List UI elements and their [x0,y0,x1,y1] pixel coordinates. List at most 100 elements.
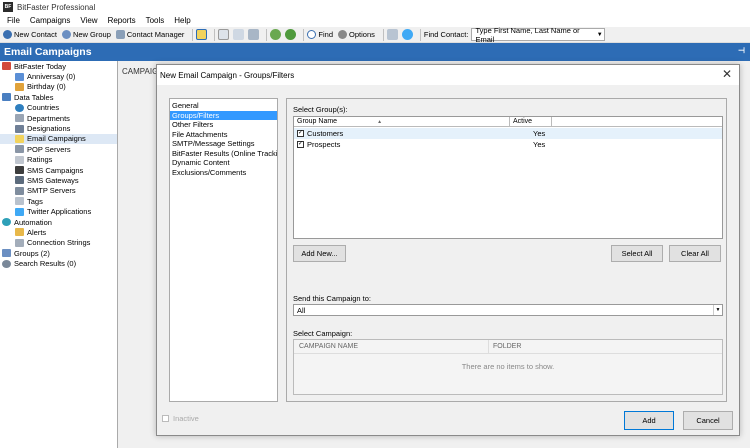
menu-tools[interactable]: Tools [141,16,170,25]
toolbar: New Contact New Group Contact Manager Fi… [0,25,750,44]
chevron-down-icon[interactable]: ▼ [713,305,722,315]
tree-item-smtp-servers[interactable]: SMTP Servers [0,186,117,196]
tree-item-tags[interactable]: Tags [0,196,117,206]
cancel-button[interactable]: Cancel [683,411,733,430]
tree-item-departments[interactable]: Departments [0,113,117,123]
refresh-icon[interactable] [285,29,297,40]
menu-file[interactable]: File [2,16,25,25]
find-contact-value: Type First Name, Last Name or Email [475,25,580,44]
menu-help[interactable]: Help [169,16,195,25]
search-icon [307,30,317,39]
network-icon[interactable] [248,29,260,40]
tree-item-pop-servers[interactable]: POP Servers [0,144,117,154]
print-icon[interactable] [386,29,398,40]
tree-item-ratings[interactable]: Ratings [0,155,117,165]
nav-item-file-attachments[interactable]: File Attachments [170,130,277,140]
group-checkbox[interactable]: ✓ [297,141,304,148]
groups-filters-panel: Select Group(s): Group Name ▲ Active ✓ Cu… [286,98,727,402]
tree-item-groups[interactable]: Groups (2) [0,248,117,258]
tree-item-alerts[interactable]: Alerts [0,227,117,237]
tree-item-label: Alerts [27,227,47,237]
tree-item-twitter-applications[interactable]: Twitter Applications [0,206,117,216]
tree-item-label: Twitter Applications [27,207,92,217]
find-contact-combo[interactable]: Type First Name, Last Name or Email ▼ [471,25,606,44]
document-icon[interactable] [218,29,230,40]
folder-column-header[interactable]: FOLDER [489,340,521,353]
add-new-group-button[interactable]: Add New... [293,245,346,262]
table-row[interactable]: ✓ Customers Yes [294,128,722,139]
clear-all-button[interactable]: Clear All [669,245,721,262]
campaign-grid-header: CAMPAIGN NAME FOLDER [294,340,722,354]
inactive-checkbox[interactable]: Inactive [162,414,199,423]
address-book-icon [115,30,125,39]
send-to-select[interactable]: All ▼ [293,304,723,316]
menu-reports[interactable]: Reports [103,16,141,25]
tree-item-automation[interactable]: Automation [0,217,117,227]
tree-item-label: Departments [27,113,70,123]
nav-item-smtp-settings[interactable]: SMTP/Message Settings [170,139,277,149]
campaign-name-column-header[interactable]: CAMPAIGN NAME [294,340,489,353]
find-contact-label: Find Contact: [423,30,469,39]
find-button[interactable]: Find [307,30,333,39]
tree-item-countries[interactable]: Countries [0,103,117,113]
group-active: Yes [533,129,546,138]
department-icon [15,114,24,123]
tree-item-sms-campaigns[interactable]: SMS Campaigns [0,165,117,175]
tree-item-label: Data Tables [14,92,54,102]
twitter-icon[interactable] [401,29,413,40]
tree-item-search-results[interactable]: Search Results (0) [0,258,117,268]
active-column-header[interactable]: Active [510,117,552,126]
menu-campaigns[interactable]: Campaigns [25,16,75,25]
new-contact-button[interactable]: New Contact [3,30,57,39]
tree-item-connection-strings[interactable]: Connection Strings [0,238,117,248]
tree-item-label: Automation [14,217,52,227]
tree-item-email-campaigns[interactable]: Email Campaigns [0,133,117,145]
close-icon[interactable]: ✕ [722,68,732,80]
gateway-icon [15,176,24,185]
tree-item-designations[interactable]: Designations [0,123,117,133]
campaign-empty-message: There are no items to show. [461,362,555,371]
campaign-column-header[interactable]: CAMPAIG [122,67,158,76]
search-icon [2,259,11,268]
nav-item-dynamic-content[interactable]: Dynamic Content [170,158,277,168]
nav-item-bitfaster-results[interactable]: BitFaster Results (Online Tracki... [170,149,277,159]
select-all-button[interactable]: Select All [611,245,663,262]
nav-item-groups-filters[interactable]: Groups/Filters [170,110,277,120]
tree-item-sms-gateways[interactable]: SMS Gateways [0,175,117,185]
nav-item-exclusions-comments[interactable]: Exclusions/Comments [170,168,277,178]
tree-item-bitfaster-today[interactable]: BitFaster Today [0,61,117,71]
phone-icon [15,166,24,175]
calendar-icon [15,72,24,81]
group-name: Prospects [307,140,341,149]
tree-item-label: SMS Gateways [27,175,79,185]
new-email-campaign-dialog: New Email Campaign - Groups/Filters ✕ Ge… [156,64,740,436]
group-checkbox[interactable]: ✓ [297,130,304,137]
table-row[interactable]: ✓ Prospects Yes [294,139,722,150]
menu-view[interactable]: View [75,16,102,25]
tree-item-anniversary[interactable]: Anniversay (0) [0,71,117,81]
tree-item-label: Designations [27,124,71,134]
email-icon[interactable] [196,29,208,40]
tree-item-data-tables[interactable]: Data Tables [0,92,117,102]
tree-item-label: Connection Strings [27,238,91,248]
contact-manager-button[interactable]: Contact Manager [115,30,184,39]
pin-icon[interactable]: ⊣ [738,46,746,58]
new-group-button[interactable]: New Group [61,30,111,39]
nav-item-other-filters[interactable]: Other Filters [170,120,277,130]
download-icon[interactable] [270,29,282,40]
nav-item-general[interactable]: General [170,101,277,111]
group-name-column-label: Group Name [297,118,338,125]
tree-item-label: Tags [27,196,43,206]
toolbar-separator [419,28,421,41]
checkbox-box[interactable] [162,415,169,422]
group-name-column-header[interactable]: Group Name ▲ [294,117,510,126]
add-button[interactable]: Add [624,411,674,430]
group-active: Yes [533,140,546,149]
options-button[interactable]: Options [338,30,375,39]
new-group-label: New Group [72,30,111,39]
tree-item-birthday[interactable]: Birthday (0) [0,82,117,92]
toolbar-separator [266,28,268,41]
person-icon [15,124,24,133]
chevron-down-icon[interactable]: ▼ [595,32,605,38]
chat-icon[interactable] [233,29,245,40]
